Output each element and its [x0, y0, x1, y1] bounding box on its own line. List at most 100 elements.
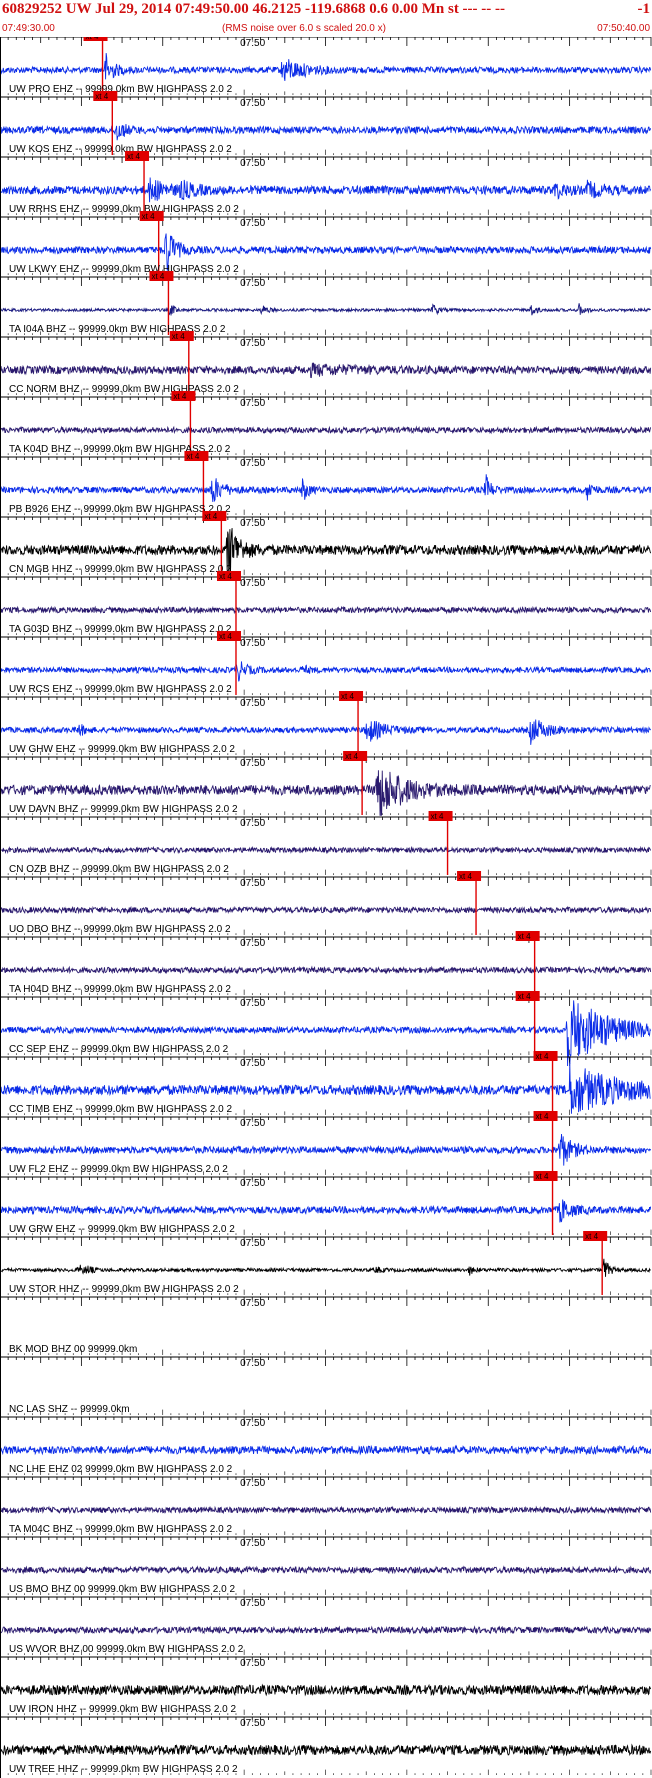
- station-label: CC TIMB EHZ -- 99999.0km BW HIGHPASS 2.0…: [9, 1104, 232, 1115]
- event-title: 60829252 UW Jul 29, 2014 07:49:50.00 46.…: [2, 1, 506, 17]
- minute-label: 07:50: [240, 698, 265, 709]
- waveform: [0, 177, 652, 203]
- trace-23: 07:50 NC LHE EHZ 02 99999.0km BW HIGHPASS…: [0, 1416, 652, 1475]
- trace-6: 07:50xt 4TA K04D BHZ -- 99999.0km BW HIG…: [0, 391, 652, 455]
- station-label: NC LAS SHZ -- 99999.0km: [9, 1404, 130, 1415]
- trace-21: 07:50 BK MOD BHZ 00 99999.0km: [0, 1296, 652, 1355]
- pick-label: xt 4: [86, 37, 99, 41]
- minute-label: 07:50: [240, 1358, 265, 1369]
- station-label: PB B926 EHZ -- 99999.0km BW HIGHPASS 2.0…: [9, 504, 231, 515]
- trace-19: 07:50 xt 4 UW GRW EHZ -- 99999.0km BW HIGH…: [0, 1171, 652, 1235]
- trace-22: 07:50 NC LAS SHZ -- 99999.0km: [0, 1356, 652, 1415]
- minute-label: 07:50: [240, 758, 265, 769]
- station-label: UW RCS EHZ -- 99999.0km BW HIGHPASS 2.0 …: [9, 684, 232, 695]
- start-time: 07:49:30.00: [2, 23, 55, 34]
- minute-label: 07:50: [240, 1478, 265, 1489]
- waveform: [0, 965, 652, 975]
- station-label: CN MGB HHZ -- 99999.0km BW HIGHPASS 2.0 …: [9, 564, 232, 575]
- trace-12: 07:50 xt 4 UW DAVN BHZ -- 99999.0km BW HIG…: [0, 751, 652, 816]
- minute-label: 07:50: [240, 38, 265, 49]
- pick-label: xt 4: [219, 632, 232, 641]
- station-label: US WVOR BHZ 00 99999.0km BW HIGHPASS 2.0…: [9, 1644, 244, 1655]
- waveform: [0, 661, 652, 682]
- pick-label: xt 4: [585, 1232, 598, 1241]
- station-label: UW PRO EHZ -- 99999.0km BW HIGHPASS 2.0 …: [9, 84, 233, 95]
- waveform: [0, 605, 652, 615]
- pick-label: xt 4: [431, 812, 444, 821]
- waveform: [0, 845, 652, 855]
- trace-5: 07:50 xt 4 CC NORM BHZ -- 99999.0km BW HIG…: [0, 331, 652, 395]
- minute-label: 07:50: [240, 338, 265, 349]
- waveform: [0, 1258, 651, 1277]
- minute-label: 07:50: [240, 1118, 265, 1129]
- pick-label: xt 4: [151, 272, 164, 281]
- station-label: TA M04C BHZ -- 99999.0km BW HIGHPASS 2.0…: [9, 1524, 232, 1535]
- pick-label: xt 4: [536, 1112, 549, 1121]
- trace-2: 07:50 xt 4 UW RRHS EHZ -- 99999.0km BW HIG…: [0, 151, 652, 215]
- minute-label: 07:50: [240, 1598, 265, 1609]
- minute-label: 07:50: [240, 1418, 265, 1429]
- trace-11: 07:50 xt 4 UW GHW EHZ -- 99999.0km BW HIGH…: [0, 691, 652, 755]
- trace-1: 07:50 xt 4 UW KOS EHZ -- 99999.0km BW HIGH…: [0, 91, 652, 155]
- trace-15: 07:50 xt 4 TA H04D BHZ -- 99999.0km BW HIG…: [0, 931, 652, 995]
- minute-label: 07:50: [240, 1238, 265, 1249]
- pick-label: xt 4: [219, 572, 232, 581]
- record-header: 60829252 UW Jul 29, 2014 07:49:50.00 46.…: [0, 0, 652, 40]
- pick-label: xt 4: [204, 512, 217, 521]
- waveform: [0, 362, 652, 379]
- station-label: UO DBO BHZ -- 99999.0km BW HIGHPASS 2.0 …: [9, 924, 231, 935]
- minute-label: 07:50: [240, 998, 265, 1009]
- trace-0: 07:50 xt 4 UW PRO EHZ -- 99999.0km BW HIGH…: [0, 37, 652, 95]
- minute-label: 07:50: [240, 1658, 265, 1669]
- station-label: UW DAVN BHZ -- 99999.0km BW HIGHPASS 2.0…: [9, 804, 238, 815]
- waveform: [0, 905, 652, 915]
- trace-9: 07:50 xt 4 TA G03D BHZ -- 99999.0km BW HIG…: [0, 571, 652, 635]
- station-label: CC SEP EHZ -- 99999.0km BW HIGHPASS 2.0 …: [9, 1044, 229, 1055]
- station-label: UW GRW EHZ -- 99999.0km BW HIGHPASS 2.0 …: [9, 1224, 235, 1235]
- waveform: [0, 1683, 652, 1697]
- minute-label: 07:50: [240, 218, 265, 229]
- station-label: NC LHE EHZ 02 99999.0km BW HIGHPASS 2.0 …: [9, 1464, 233, 1475]
- minute-label: 07:50: [240, 878, 265, 889]
- waveform: [0, 1743, 652, 1757]
- station-label: TA G03D BHZ -- 99999.0km BW HIGHPASS 2.0…: [9, 624, 232, 635]
- pick-label: xt 4: [127, 152, 140, 161]
- waveform: [0, 1444, 652, 1456]
- minute-label: 07:50: [240, 158, 265, 169]
- minute-label: 07:50: [240, 98, 265, 109]
- pick-label: xt 4: [345, 752, 358, 761]
- waveform: [0, 53, 652, 81]
- trace-14: 07:50 xt 4 UO DBO BHZ -- 99999.0km BW HIGH…: [0, 871, 652, 935]
- pick-label: xt 4: [536, 1172, 549, 1181]
- seismogram-plot: 07:50xt 4UW PRO EHZ -- 99999.0km BW HIGH…: [0, 37, 652, 1778]
- trace-4: 07:50xt 4TA I04A BHZ -- 99999.0km BW HIG…: [0, 271, 652, 335]
- station-label: UW GHW EHZ -- 99999.0km BW HIGHPASS 2.0 …: [9, 744, 235, 755]
- pick-label: xt 4: [186, 452, 199, 461]
- pick-label: xt 4: [95, 92, 108, 101]
- pick-label: xt 4: [142, 212, 155, 221]
- station-label: CN OZB BHZ -- 99999.0km BW HIGHPASS 2.0 …: [9, 864, 229, 875]
- pick-label: xt 4: [459, 872, 472, 881]
- minute-label: 07:50: [240, 1538, 265, 1549]
- pick-label: xt 4: [173, 392, 186, 401]
- minute-label: 07:50: [240, 518, 265, 529]
- waveform: [0, 474, 652, 503]
- waveform: [0, 1505, 652, 1515]
- minute-label: 07:50: [240, 1718, 265, 1729]
- trace-20: 07:50 xt 4 UW STOR HHZ -- 99999.0km BW HIG…: [0, 1231, 652, 1295]
- minute-label: 07:50: [240, 1298, 265, 1309]
- end-time: 07:50:40.00: [597, 23, 650, 34]
- minute-label: 07:50: [240, 818, 265, 829]
- scale-note: (RMS noise over 6.0 s scaled 20.0 x): [222, 23, 386, 34]
- station-label: UW TREE HHZ -- 99999.0km BW HIGHPASS 2.0…: [9, 1764, 238, 1775]
- minute-label: 07:50: [240, 638, 265, 649]
- waveform: [0, 1625, 652, 1635]
- trace-24: 07:50 TA M04C BHZ -- 99999.0km BW HIGHPAS…: [0, 1476, 652, 1535]
- minute-label: 07:50: [240, 578, 265, 589]
- trace-28: 07:50 UW TREE HHZ -- 99999.0km BW HIGHPAS…: [0, 1716, 652, 1775]
- trace-8: 07:50xt 4CN MGB HHZ -- 99999.0km BW HIGH…: [0, 511, 652, 578]
- minute-label: 07:50: [240, 1058, 265, 1069]
- minute-label: 07:50: [240, 458, 265, 469]
- station-label: TA H04D BHZ -- 99999.0km BW HIGHPASS 2.0…: [9, 984, 231, 995]
- waveform: [0, 124, 652, 141]
